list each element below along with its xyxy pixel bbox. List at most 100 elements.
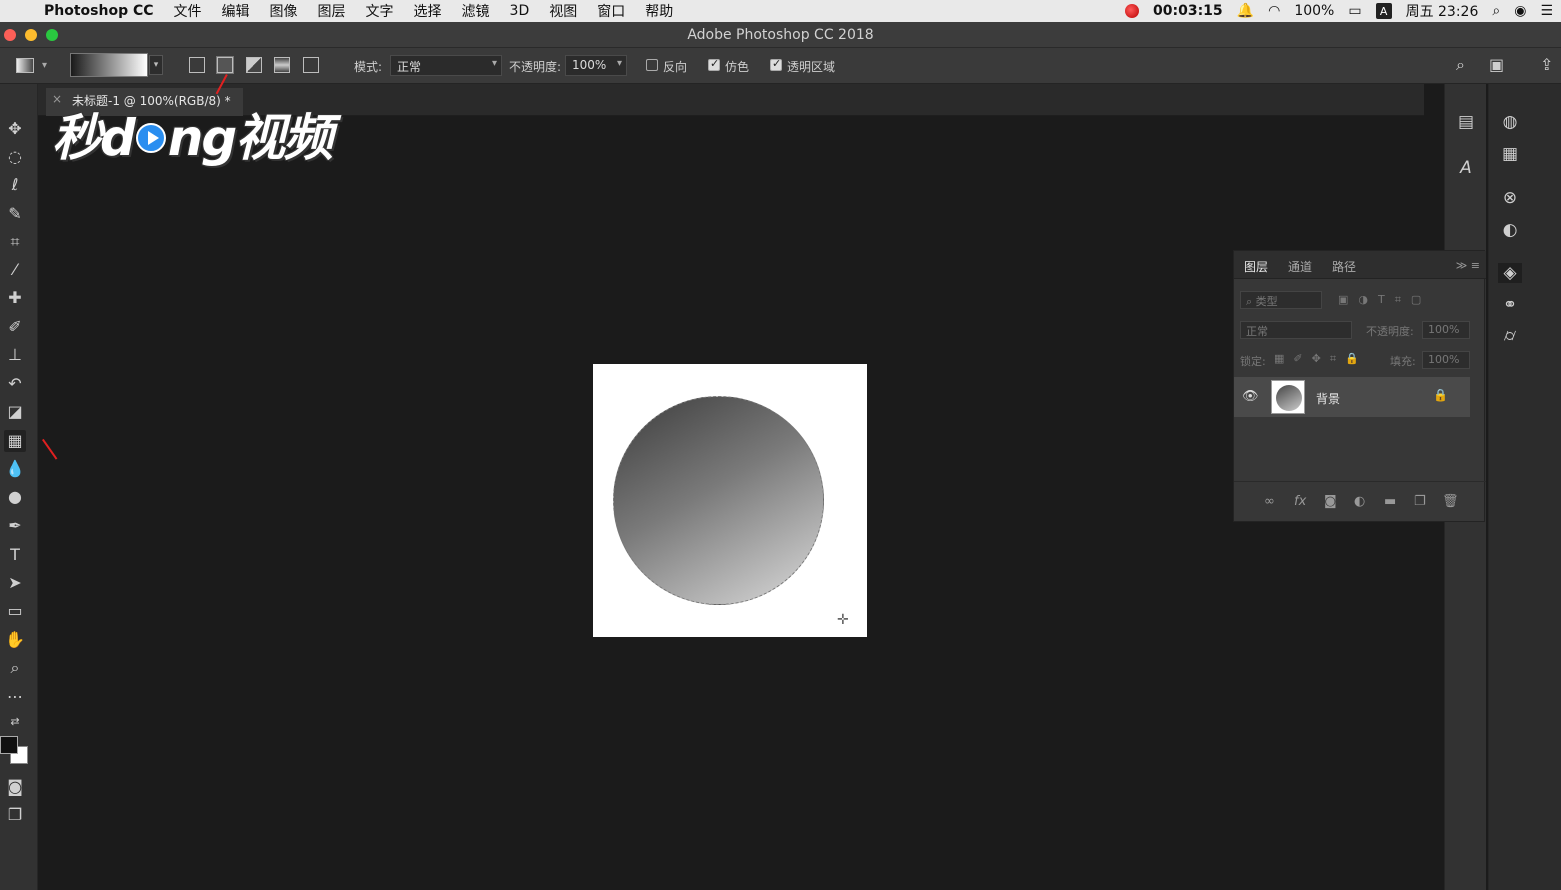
swap-colors-icon[interactable]: ⇄ xyxy=(4,711,26,733)
input-method-icon[interactable]: A xyxy=(1375,3,1392,19)
lock-options-icons[interactable]: ▦✐✥⌗🔒 xyxy=(1274,352,1368,372)
quick-select-tool-icon[interactable]: ✎ xyxy=(4,203,26,225)
menu-filter[interactable]: 滤镜 xyxy=(462,1,490,21)
rectangle-tool-icon[interactable]: ▭ xyxy=(4,600,26,622)
quick-mask-icon[interactable]: ◙ xyxy=(4,776,26,798)
blur-tool-icon[interactable]: 💧 xyxy=(4,458,26,480)
notification-bell-icon[interactable]: 🔔 xyxy=(1237,3,1254,19)
color-panel-icon[interactable]: ◍ xyxy=(1498,112,1522,132)
dodge-tool-icon[interactable]: ● xyxy=(4,486,26,508)
blend-mode-select[interactable]: 正常 xyxy=(1240,321,1352,339)
crop-tool-icon[interactable]: ⌗ xyxy=(4,231,26,253)
libraries-panel-icon[interactable]: ⊗ xyxy=(1498,188,1522,208)
properties-panel-icon[interactable]: ▤ xyxy=(1454,112,1478,132)
menu-app-name[interactable]: Photoshop CC xyxy=(44,3,154,19)
adjustments-panel-icon[interactable]: ◐ xyxy=(1498,220,1522,240)
tool-preset-caret-icon[interactable]: ▾ xyxy=(42,60,47,71)
notification-center-icon[interactable]: ☰ xyxy=(1540,3,1553,19)
document-canvas[interactable]: ✛ xyxy=(593,364,867,637)
wifi-icon[interactable]: ◠ xyxy=(1268,3,1280,19)
gradient-preview-swatch[interactable] xyxy=(70,53,148,77)
menu-image[interactable]: 图像 xyxy=(270,1,298,21)
search-icon[interactable]: ⌕ xyxy=(1456,55,1465,75)
layer-name[interactable]: 背景 xyxy=(1316,390,1340,407)
chevron-down-icon: ▾ xyxy=(491,58,497,69)
move-tool-icon[interactable]: ✥ xyxy=(4,118,26,140)
record-time: 00:03:15 xyxy=(1153,3,1223,19)
menu-edit[interactable]: 编辑 xyxy=(222,1,250,21)
menu-type[interactable]: 文字 xyxy=(366,1,394,21)
more-tools-icon[interactable]: ⋯ xyxy=(4,686,26,708)
swatches-panel-icon[interactable]: ▦ xyxy=(1498,144,1522,164)
reverse-checkbox[interactable] xyxy=(646,59,658,71)
diamond-gradient-button[interactable] xyxy=(303,57,319,73)
workspace-switcher-icon[interactable]: ▣ xyxy=(1489,55,1504,74)
reflected-gradient-button[interactable] xyxy=(274,57,290,73)
fill-field[interactable]: 100% xyxy=(1422,351,1470,369)
adjustment-layer-icon[interactable]: ◐ xyxy=(1354,494,1365,509)
eyedropper-tool-icon[interactable]: ⁄ xyxy=(4,259,26,281)
share-icon[interactable]: ⇪ xyxy=(1540,55,1553,74)
layer-opacity-field[interactable]: 100% xyxy=(1422,321,1470,339)
transparency-label: 透明区域 xyxy=(787,60,836,74)
visibility-eye-icon[interactable]: 👁 xyxy=(1242,389,1259,404)
mode-select[interactable]: 正常 ▾ xyxy=(390,55,502,76)
menu-3d[interactable]: 3D xyxy=(510,3,530,19)
brush-tool-icon[interactable]: ✐ xyxy=(4,316,26,338)
angle-gradient-button[interactable] xyxy=(246,57,262,73)
clock[interactable]: 周五 23:26 xyxy=(1406,1,1479,21)
lasso-tool-icon[interactable]: ℓ xyxy=(4,174,26,196)
transparency-checkbox[interactable] xyxy=(770,57,782,71)
healing-brush-tool-icon[interactable]: ✚ xyxy=(4,287,26,309)
new-group-icon[interactable]: ▬ xyxy=(1384,494,1396,509)
tab-paths[interactable]: 路径 xyxy=(1332,258,1356,275)
history-brush-tool-icon[interactable]: ↶ xyxy=(4,373,26,395)
marquee-tool-icon[interactable]: ◌ xyxy=(4,146,26,168)
fx-icon[interactable]: fx xyxy=(1294,494,1306,509)
trash-icon[interactable]: 🗑 xyxy=(1442,494,1459,509)
radial-gradient-button[interactable] xyxy=(216,56,234,74)
opacity-field[interactable]: 100% ▾ xyxy=(565,55,627,76)
layer-opacity-label: 不透明度: xyxy=(1366,325,1414,338)
gradient-tool-icon[interactable]: ▦ xyxy=(4,430,26,452)
zoom-tool-icon[interactable]: ⌕ xyxy=(4,657,26,679)
gradient-tool-preset-icon[interactable] xyxy=(16,58,34,73)
layer-row-background[interactable]: 👁 背景 🔒 xyxy=(1234,377,1470,417)
path-selection-tool-icon[interactable]: ➤ xyxy=(4,572,26,594)
menu-help[interactable]: 帮助 xyxy=(645,1,673,21)
spotlight-search-icon[interactable]: ⌕ xyxy=(1492,3,1500,19)
gradient-picker-caret-icon[interactable]: ▾ xyxy=(149,55,163,75)
layers-panel-icon[interactable]: ◈ xyxy=(1498,263,1522,283)
tools-panel: ✥ ◌ ℓ ✎ ⌗ ⁄ ✚ ✐ ⊥ ↶ ◪ ▦ 💧 ● ✒ T ➤ ▭ ✋ ⌕ … xyxy=(0,84,38,890)
paths-panel-icon[interactable]: ⌭ xyxy=(1498,326,1522,346)
foreground-color-swatch[interactable] xyxy=(0,736,18,754)
eraser-tool-icon[interactable]: ◪ xyxy=(4,401,26,423)
linear-gradient-button[interactable] xyxy=(189,57,205,73)
dither-checkbox[interactable] xyxy=(708,57,720,71)
new-layer-icon[interactable]: ❐ xyxy=(1414,494,1426,509)
recording-icon[interactable] xyxy=(1125,4,1139,18)
hand-tool-icon[interactable]: ✋ xyxy=(4,629,26,651)
stamp-tool-icon[interactable]: ⊥ xyxy=(4,344,26,366)
lock-icon[interactable]: 🔒 xyxy=(1433,388,1448,402)
channels-panel-icon[interactable]: ⚭ xyxy=(1498,295,1522,315)
tab-layers[interactable]: 图层 xyxy=(1244,258,1268,275)
menu-layer[interactable]: 图层 xyxy=(318,1,346,21)
character-panel-icon[interactable]: A xyxy=(1454,158,1478,178)
panel-menu-icon[interactable]: ≫ ≡ xyxy=(1456,259,1480,272)
type-tool-icon[interactable]: T xyxy=(4,544,26,566)
menu-file[interactable]: 文件 xyxy=(174,1,202,21)
screen-mode-icon[interactable]: ❐ xyxy=(4,804,26,826)
link-layers-icon[interactable]: ∞ xyxy=(1264,494,1275,509)
filter-kind-label: 类型 xyxy=(1255,295,1278,308)
layer-filter-icons[interactable]: ▣◑T⌗▢ xyxy=(1338,293,1431,313)
layer-filter-select[interactable]: ⌕ 类型 xyxy=(1240,291,1322,309)
siri-icon[interactable]: ◉ xyxy=(1514,3,1526,19)
pen-tool-icon[interactable]: ✒ xyxy=(4,515,26,537)
tab-channels[interactable]: 通道 xyxy=(1288,258,1312,275)
menu-view[interactable]: 视图 xyxy=(549,1,577,21)
battery-icon[interactable]: ▭ xyxy=(1348,3,1361,19)
add-mask-icon[interactable]: ◙ xyxy=(1324,494,1337,509)
menu-select[interactable]: 选择 xyxy=(414,1,442,21)
menu-window[interactable]: 窗口 xyxy=(597,1,625,21)
